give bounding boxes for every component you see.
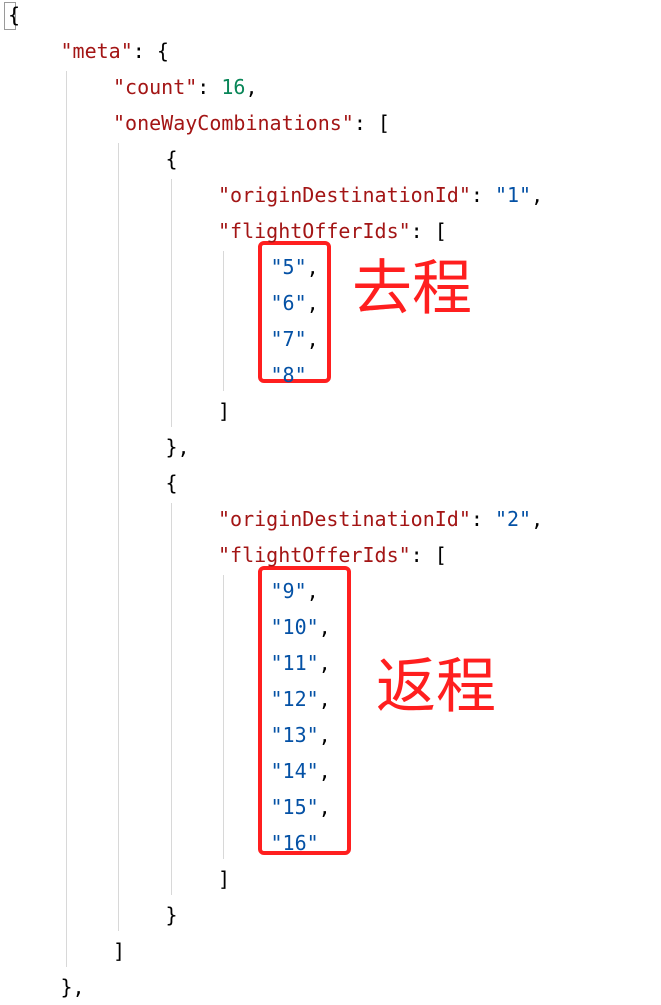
- code-line: "originDestinationId": "1",: [218, 177, 543, 213]
- code-line: "16": [271, 825, 319, 861]
- json-punctuation: },: [60, 975, 85, 999]
- json-punctuation: ,: [531, 507, 544, 531]
- code-line: {: [166, 141, 178, 177]
- json-key: "originDestinationId": [218, 183, 471, 207]
- code-line: "11",: [271, 645, 331, 681]
- code-line: "oneWayCombinations": [: [113, 105, 390, 141]
- json-punctuation: : [: [410, 219, 447, 243]
- json-string: "9": [270, 579, 307, 603]
- json-punctuation: ,: [306, 579, 319, 603]
- json-punctuation: ,: [531, 183, 544, 207]
- json-punctuation: ,: [306, 291, 319, 315]
- json-punctuation: },: [165, 435, 190, 459]
- json-punctuation: ,: [318, 723, 331, 747]
- code-line: "flightOfferIds": [: [218, 537, 447, 573]
- json-string: "10": [270, 615, 319, 639]
- code-line: "9",: [271, 573, 319, 609]
- code-line: "meta": {: [61, 33, 169, 69]
- json-punctuation: : [: [410, 543, 447, 567]
- code-line: {: [166, 465, 178, 501]
- json-punctuation: ]: [218, 867, 231, 891]
- indent-guide: [170, 503, 172, 895]
- json-punctuation: ]: [113, 939, 126, 963]
- indent-guide: [170, 179, 172, 427]
- json-key: "flightOfferIds": [218, 543, 411, 567]
- code-line: "count": 16,: [113, 69, 258, 105]
- indent-guide: [223, 251, 224, 391]
- json-string: "5": [270, 255, 307, 279]
- code-line: "10",: [271, 609, 331, 645]
- json-string: "2": [494, 507, 532, 531]
- json-punctuation: {: [165, 471, 178, 495]
- return-annotation-label: 返程: [376, 652, 496, 722]
- json-punctuation: ,: [306, 327, 319, 351]
- code-line: },: [61, 969, 85, 1005]
- json-key: "flightOfferIds": [218, 219, 411, 243]
- outbound-annotation-label: 去程: [352, 254, 472, 324]
- json-string: "8": [270, 363, 307, 387]
- indent-guide: [223, 575, 224, 859]
- json-punctuation: ,: [318, 687, 331, 711]
- json-string: "13": [270, 723, 319, 747]
- code-line: "6",: [271, 285, 319, 321]
- json-string: "14": [270, 759, 319, 783]
- json-punctuation: ]: [218, 399, 231, 423]
- code-line: ]: [113, 933, 125, 969]
- json-key: "meta": [60, 39, 133, 63]
- json-string: "15": [270, 795, 319, 819]
- code-line: "5",: [271, 249, 319, 285]
- json-punctuation: ,: [318, 615, 331, 639]
- code-line: "originDestinationId": "2",: [218, 501, 543, 537]
- code-line: ]: [218, 861, 230, 897]
- json-punctuation: ,: [318, 651, 331, 675]
- code-line: },: [166, 429, 190, 465]
- json-punctuation: ,: [318, 795, 331, 819]
- json-key: "originDestinationId": [218, 507, 471, 531]
- json-key: "oneWayCombinations": [113, 111, 354, 135]
- code-line: "7",: [271, 321, 319, 357]
- code-line: "13",: [271, 717, 331, 753]
- json-string: "11": [270, 651, 319, 675]
- json-string: "1": [494, 183, 532, 207]
- json-punctuation: {: [165, 147, 178, 171]
- json-string: "6": [270, 291, 307, 315]
- indent-guide: [65, 71, 67, 967]
- json-string: "16": [270, 831, 319, 855]
- json-string: "7": [270, 327, 307, 351]
- code-line: {: [8, 0, 20, 33]
- code-line: }: [166, 897, 178, 933]
- json-code-view[interactable]: 去程 返程 {"meta": {"count": 16, "oneWayCombi…: [0, 0, 661, 1001]
- json-punctuation: :: [197, 75, 222, 99]
- json-punctuation: :: [470, 507, 495, 531]
- json-punctuation: ,: [318, 759, 331, 783]
- json-punctuation: :: [470, 183, 495, 207]
- json-punctuation: {: [8, 3, 21, 27]
- json-punctuation: ,: [245, 75, 258, 99]
- json-key: "count": [113, 75, 198, 99]
- code-line: "8": [271, 357, 307, 393]
- indent-guide: [118, 143, 119, 931]
- json-number: 16: [221, 75, 246, 99]
- json-punctuation: ,: [306, 255, 319, 279]
- code-line: "15",: [271, 789, 331, 825]
- json-string: "12": [270, 687, 319, 711]
- json-punctuation: }: [165, 903, 178, 927]
- code-line: "14",: [271, 753, 331, 789]
- code-line: "flightOfferIds": [: [218, 213, 447, 249]
- code-line: "12",: [271, 681, 331, 717]
- code-line: ]: [218, 393, 230, 429]
- json-punctuation: : [: [353, 111, 390, 135]
- json-punctuation: : {: [132, 39, 169, 63]
